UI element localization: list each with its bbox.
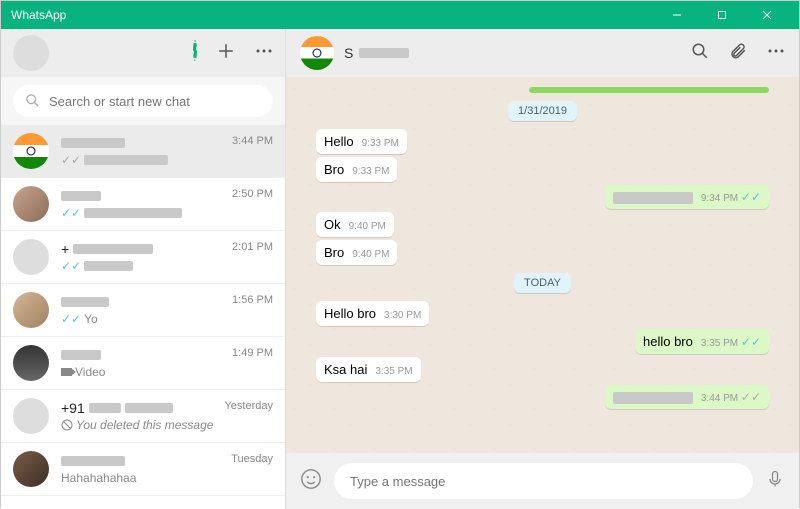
chat-name <box>61 453 125 469</box>
message-text: Bro <box>324 162 344 177</box>
conversation-header: S <box>286 29 799 77</box>
chat-item[interactable]: 3:44 PM ✓✓ <box>1 125 285 178</box>
composer <box>286 453 799 509</box>
chat-time: Tuesday <box>231 453 273 469</box>
chat-time: Yesterday <box>224 400 273 416</box>
close-button[interactable] <box>744 1 789 29</box>
chat-preview: Hahahahahaa <box>61 471 273 485</box>
chat-item[interactable]: + 2:01 PM ✓✓ <box>1 231 285 284</box>
emoji-icon[interactable] <box>300 468 322 495</box>
message-text: Hello bro <box>324 306 376 321</box>
message-time: 9:34 PM ✓✓ <box>701 190 761 204</box>
chat-avatar <box>13 451 49 487</box>
message-time: 9:40 PM <box>349 221 386 232</box>
chat-name: + <box>61 241 153 257</box>
search-bar <box>1 77 285 125</box>
message-received[interactable]: Bro 9:33 PM <box>316 157 769 182</box>
date-divider: TODAY <box>514 273 571 293</box>
my-avatar[interactable] <box>13 35 49 71</box>
chat-preview: ✓✓ <box>61 259 273 273</box>
chat-time: 2:50 PM <box>232 188 273 204</box>
message-time: 3:30 PM <box>384 310 421 321</box>
sidebar-header <box>1 29 285 77</box>
conversation-panel: S 1/31/2019 Hello 9:33 PM Bro 9:33 PM 9:34 PM… <box>286 29 799 509</box>
chat-preview: You deleted this message <box>61 418 273 432</box>
chat-item[interactable]: Tuesday Hahahahahaa <box>1 443 285 496</box>
chat-item[interactable]: 1:49 PM Video <box>1 337 285 390</box>
message-received[interactable]: Hello 9:33 PM <box>316 129 769 154</box>
message-received[interactable]: Hello bro 3:30 PM <box>316 301 769 326</box>
search-input[interactable] <box>13 85 273 117</box>
message-area[interactable]: 1/31/2019 Hello 9:33 PM Bro 9:33 PM 9:34 PM ✓… <box>286 77 799 453</box>
chat-name <box>61 135 125 151</box>
titlebar: WhatsApp <box>1 1 799 29</box>
message-time: 9:40 PM <box>352 249 389 260</box>
app-title: WhatsApp <box>11 8 66 22</box>
chat-time: 3:44 PM <box>232 135 273 151</box>
chat-item[interactable]: 1:56 PM ✓✓Yo <box>1 284 285 337</box>
menu-icon[interactable] <box>255 42 273 65</box>
sidebar: 3:44 PM ✓✓ 2:50 PM ✓✓ + 2:01 PM ✓✓ 1:56 PM ✓✓Yo… <box>1 29 286 509</box>
chat-time: 2:01 PM <box>232 241 273 257</box>
message-sent[interactable]: 3:44 PM ✓✓ <box>316 385 769 409</box>
mic-icon[interactable] <box>765 469 785 494</box>
message-time: 9:33 PM <box>352 166 389 177</box>
chat-avatar <box>13 239 49 275</box>
message-text: hello bro <box>643 334 693 349</box>
message-time: 3:35 PM ✓✓ <box>701 335 761 349</box>
message-received[interactable]: Ok 9:40 PM <box>316 212 769 237</box>
message-text: Ksa hai <box>324 362 367 377</box>
chat-name <box>61 188 101 204</box>
message-time: 3:44 PM ✓✓ <box>701 390 761 404</box>
chat-preview: ✓✓ <box>61 206 273 220</box>
message-time: 3:35 PM <box>375 366 412 377</box>
chat-avatar <box>13 292 49 328</box>
message-input[interactable] <box>334 463 753 499</box>
chat-avatar <box>13 133 49 169</box>
chat-name <box>61 347 101 363</box>
message-text: Hello <box>324 134 354 149</box>
chat-preview: ✓✓Yo <box>61 312 273 326</box>
message-time: 9:33 PM <box>362 138 399 149</box>
status-icon[interactable] <box>193 42 197 65</box>
message-text: Bro <box>324 245 344 260</box>
minimize-button[interactable] <box>654 1 699 29</box>
new-chat-icon[interactable] <box>217 42 235 65</box>
quoted-bar <box>529 87 769 93</box>
maximize-button[interactable] <box>699 1 744 29</box>
message-text: Ok <box>324 217 341 232</box>
chat-avatar <box>13 186 49 222</box>
message-sent[interactable]: hello bro 3:35 PM ✓✓ <box>316 329 769 354</box>
message-received[interactable]: Bro 9:40 PM <box>316 240 769 265</box>
chat-list: 3:44 PM ✓✓ 2:50 PM ✓✓ + 2:01 PM ✓✓ 1:56 PM ✓✓Yo… <box>1 125 285 509</box>
conversation-menu-icon[interactable] <box>767 42 785 65</box>
search-icon <box>25 93 40 113</box>
contact-avatar[interactable] <box>300 36 334 70</box>
message-sent[interactable]: 9:34 PM ✓✓ <box>316 185 769 209</box>
chat-time: 1:49 PM <box>232 347 273 363</box>
chat-item[interactable]: +91 Yesterday You deleted this message <box>1 390 285 443</box>
chat-preview: ✓✓ <box>61 153 273 167</box>
chat-name <box>61 294 109 310</box>
chat-time: 1:56 PM <box>232 294 273 310</box>
chat-item[interactable]: 2:50 PM ✓✓ <box>1 178 285 231</box>
chat-avatar <box>13 345 49 381</box>
message-received[interactable]: Ksa hai 3:35 PM <box>316 357 769 382</box>
date-divider: 1/31/2019 <box>508 101 577 121</box>
chat-avatar <box>13 398 49 434</box>
chat-preview: Video <box>61 365 273 379</box>
contact-name[interactable]: S <box>344 45 409 61</box>
search-in-chat-icon[interactable] <box>691 42 709 65</box>
attach-icon[interactable] <box>729 42 747 65</box>
chat-name: +91 <box>61 400 173 416</box>
